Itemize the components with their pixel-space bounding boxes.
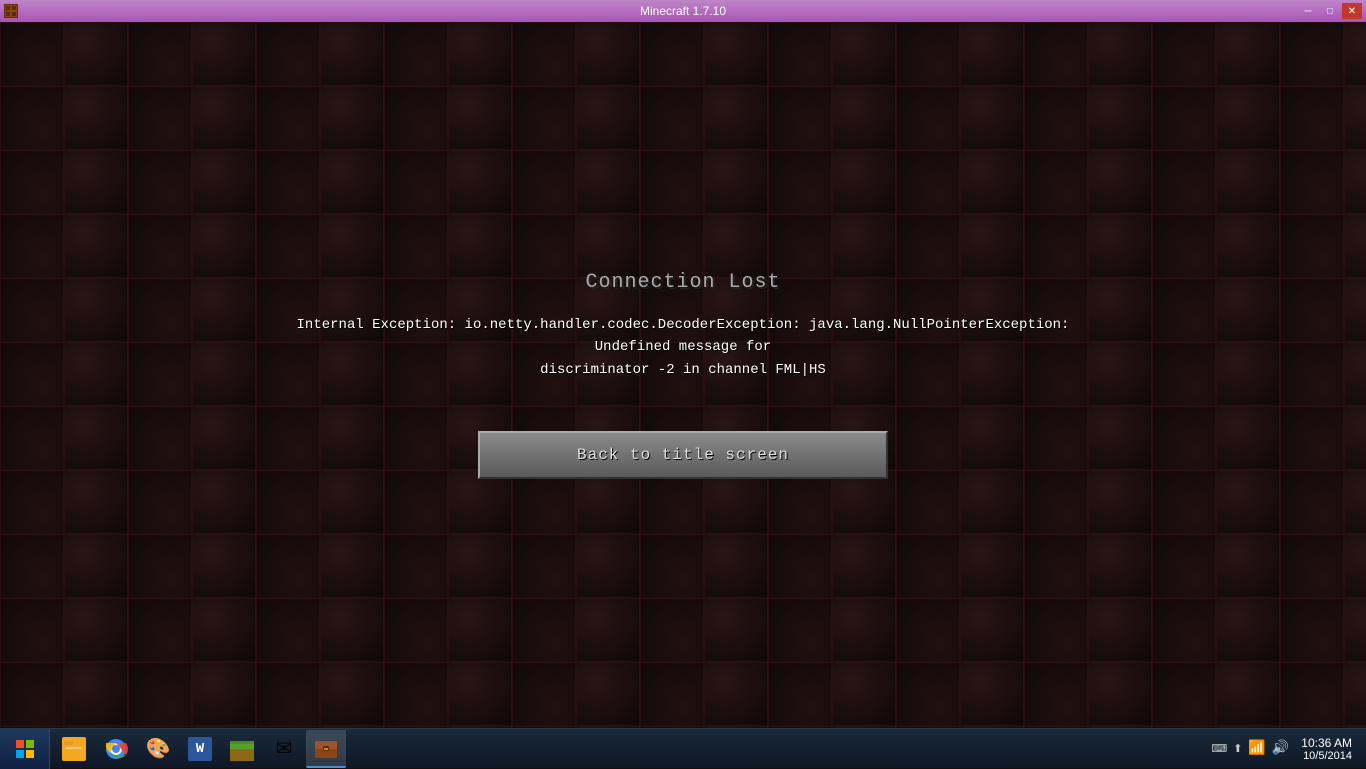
network-icon: 📶 (1248, 740, 1265, 757)
connection-lost-heading: Connection Lost (585, 271, 780, 294)
maximize-button[interactable]: □ (1320, 3, 1340, 19)
error-details: Internal Exception: io.netty.handler.cod… (283, 314, 1083, 381)
window-title: Minecraft 1.7.10 (640, 4, 726, 18)
error-content: Connection Lost Internal Exception: io.n… (0, 22, 1366, 728)
taskbar-mail[interactable]: ✉ (264, 730, 304, 768)
taskbar-minecraft[interactable] (222, 730, 262, 768)
titlebar: Minecraft 1.7.10 ─ □ ✕ (0, 0, 1366, 22)
minecraft-icon (4, 4, 18, 18)
system-clock[interactable]: 10:36 AM 10/5/2014 (1295, 734, 1358, 764)
clock-time: 10:36 AM (1301, 736, 1352, 750)
taskbar: 🎨 W ✉ (0, 728, 1366, 768)
taskbar-chrome[interactable] (96, 730, 136, 768)
start-button[interactable] (0, 729, 50, 769)
titlebar-left: Minecraft 1.7.10 (4, 4, 18, 18)
taskbar-minecraft-chest[interactable] (306, 730, 346, 768)
clock-date: 10/5/2014 (1301, 750, 1352, 762)
network-arrow-icon: ⬆ (1233, 742, 1242, 756)
keyboard-icon: ⌨ (1211, 742, 1227, 755)
minimize-button[interactable]: ─ (1298, 3, 1318, 19)
taskbar-right: ⌨ ⬆ 📶 🔊 10:36 AM 10/5/2014 (1211, 734, 1366, 764)
error-line1: Internal Exception: io.netty.handler.cod… (297, 317, 1070, 355)
close-button[interactable]: ✕ (1342, 3, 1362, 19)
volume-icon: 🔊 (1272, 740, 1289, 757)
back-to-title-button[interactable]: Back to title screen (478, 431, 888, 479)
taskbar-word[interactable]: W (180, 730, 220, 768)
window-controls: ─ □ ✕ (1298, 3, 1362, 19)
taskbar-file-explorer[interactable] (54, 730, 94, 768)
game-background: Connection Lost Internal Exception: io.n… (0, 22, 1366, 728)
error-line2: discriminator -2 in channel FML|HS (540, 362, 826, 378)
taskbar-icons: 🎨 W ✉ (50, 729, 350, 768)
taskbar-paint[interactable]: 🎨 (138, 730, 178, 768)
